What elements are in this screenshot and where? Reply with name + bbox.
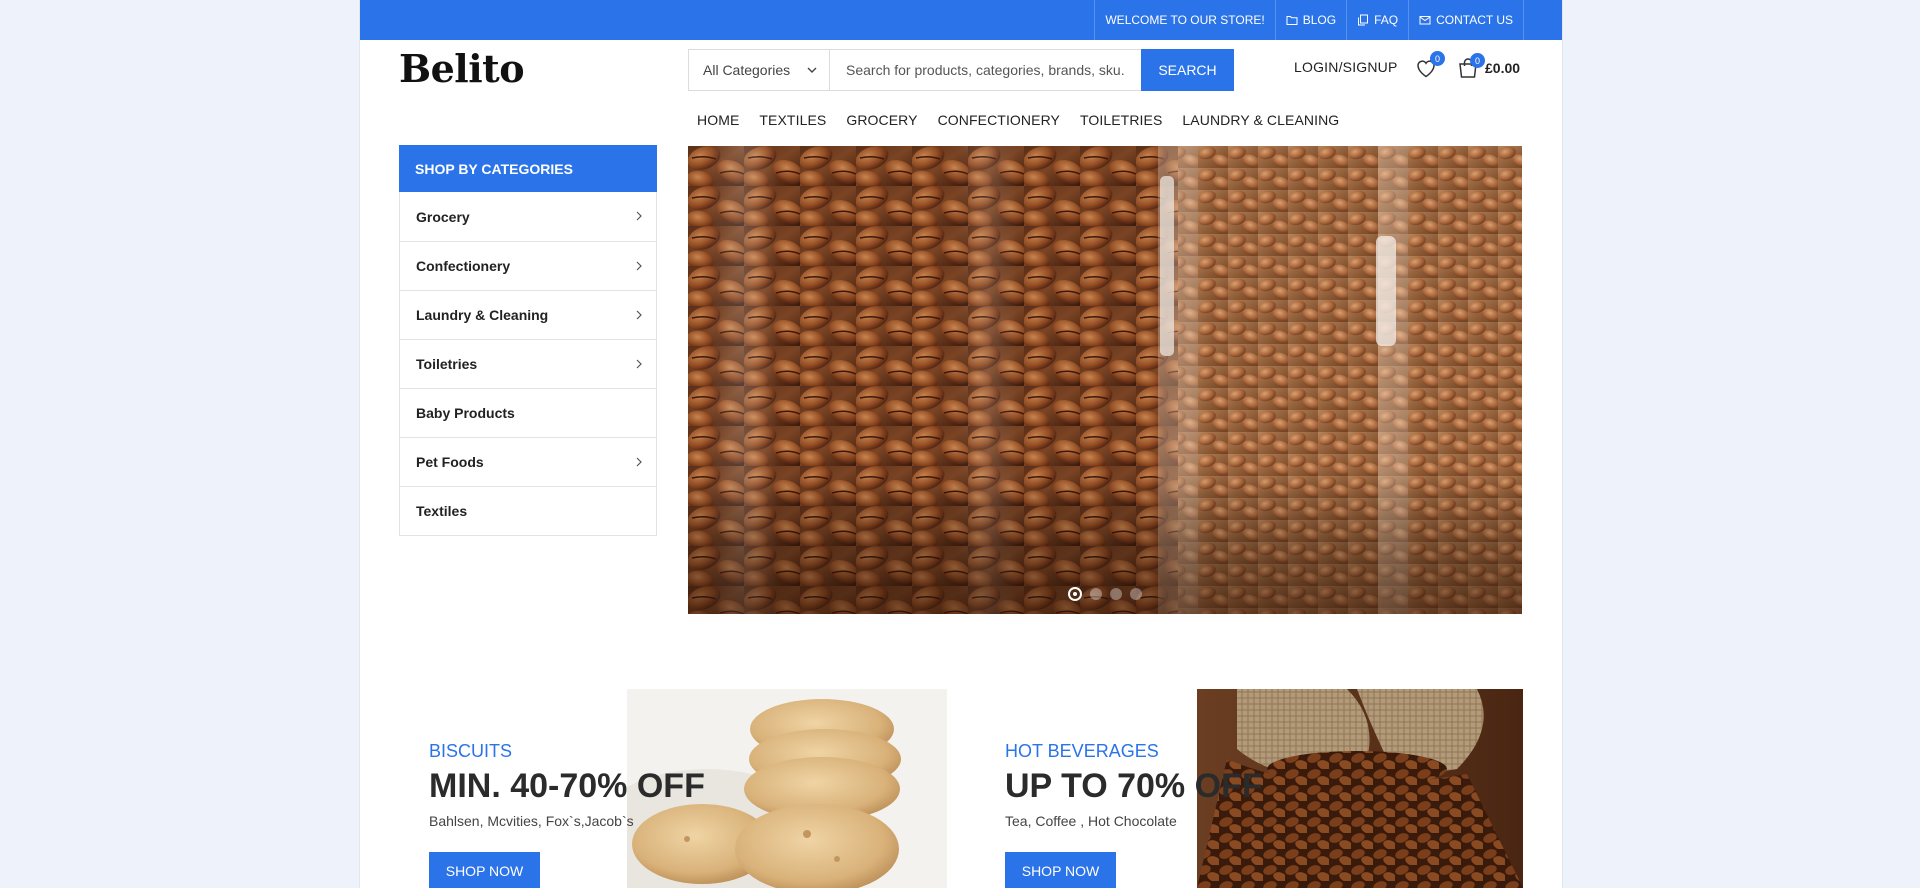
main-nav: HOME TEXTILES GROCERY CONFECTIONERY TOIL… — [697, 112, 1359, 128]
chevron-right-icon — [636, 359, 642, 369]
category-select[interactable]: All Categories — [689, 50, 830, 90]
coffee-beans-slide-image — [688, 146, 1522, 614]
welcome-label: WELCOME TO OUR STORE! — [1105, 13, 1265, 27]
wishlist-button[interactable]: 0 — [1414, 51, 1445, 80]
cart-count-badge: 0 — [1470, 53, 1485, 68]
category-label: Toiletries — [416, 356, 478, 372]
nav-item-textiles[interactable]: TEXTILES — [759, 112, 826, 128]
nav-item-home[interactable]: HOME — [697, 112, 739, 128]
promo-brands: Bahlsen, Mcvities, Fox`s,Jacob`s — [429, 813, 634, 829]
category-label: Grocery — [416, 208, 470, 225]
categories-menu: SHOP BY CATEGORIES Grocery Confectionery… — [399, 145, 657, 536]
category-item-pet-foods[interactable]: Pet Foods — [400, 437, 656, 486]
nav-item-grocery[interactable]: GROCERY — [846, 112, 917, 128]
chevron-right-icon — [636, 310, 642, 320]
search-input[interactable] — [830, 50, 1141, 90]
search-bar: All Categories SEARCH — [688, 49, 1234, 91]
slider-pagination — [1068, 587, 1150, 601]
categories-list: Grocery Confectionery Laundry & Cleaning… — [399, 192, 657, 536]
nav-item-laundry-cleaning[interactable]: LAUNDRY & CLEANING — [1182, 112, 1339, 128]
slider-dot-1[interactable] — [1068, 587, 1082, 601]
category-label: Confectionery — [416, 258, 511, 274]
wishlist-count-badge: 0 — [1430, 51, 1445, 66]
hero-slider[interactable] — [688, 146, 1522, 614]
nav-item-toiletries[interactable]: TOILETRIES — [1080, 112, 1162, 128]
faq-label: FAQ — [1374, 13, 1399, 27]
top-bar: WELCOME TO OUR STORE! BLOG FAQ CONTACT U… — [360, 0, 1562, 40]
category-item-laundry-cleaning[interactable]: Laundry & Cleaning — [400, 290, 656, 339]
faq-link[interactable]: FAQ — [1346, 0, 1408, 40]
chevron-right-icon — [636, 261, 642, 271]
search-button[interactable]: SEARCH — [1141, 49, 1234, 91]
category-item-grocery[interactable]: Grocery — [400, 192, 656, 241]
cart-button[interactable]: 0 — [1456, 53, 1485, 80]
chevron-right-icon — [636, 457, 642, 467]
promo-category: HOT BEVERAGES — [1005, 741, 1159, 761]
categories-title: SHOP BY CATEGORIES — [399, 145, 657, 192]
blog-link[interactable]: BLOG — [1274, 0, 1346, 40]
blog-label: BLOG — [1302, 13, 1337, 27]
slider-dot-2[interactable] — [1090, 588, 1102, 600]
promo-headline: UP TO 70% OFF — [1005, 767, 1263, 805]
category-select-value: All Categories — [703, 62, 791, 78]
login-signup-link[interactable]: LOGIN/SIGNUP — [1294, 59, 1398, 75]
cart-total[interactable]: £0.00 — [1485, 60, 1520, 76]
promo-banner-biscuits[interactable]: BISCUITS MIN. 40-70% OFF Bahlsen, Mcviti… — [399, 689, 959, 888]
top-bar-links: WELCOME TO OUR STORE! BLOG FAQ CONTACT U… — [1094, 0, 1524, 40]
slider-dot-3[interactable] — [1110, 588, 1122, 600]
category-label: Textiles — [416, 503, 468, 519]
folder-icon — [1286, 16, 1298, 25]
contact-label: CONTACT US — [1436, 13, 1513, 27]
promo-brands: Tea, Coffee , Hot Chocolate — [1005, 813, 1177, 829]
site-logo[interactable]: Belito — [399, 46, 525, 91]
category-item-confectionery[interactable]: Confectionery — [400, 241, 656, 290]
promo-banner-hot-beverages[interactable]: HOT BEVERAGES UP TO 70% OFF Tea, Coffee … — [975, 689, 1523, 888]
envelope-icon — [1419, 16, 1431, 25]
copy-icon — [1358, 14, 1369, 26]
category-item-toiletries[interactable]: Toiletries — [400, 339, 656, 388]
chevron-down-icon — [807, 67, 817, 73]
shop-now-button[interactable]: SHOP NOW — [429, 852, 540, 888]
nav-item-confectionery[interactable]: CONFECTIONERY — [938, 112, 1060, 128]
promo-headline: MIN. 40-70% OFF — [429, 767, 705, 805]
contact-link[interactable]: CONTACT US — [1408, 0, 1524, 40]
shop-now-button[interactable]: SHOP NOW — [1005, 852, 1116, 888]
category-item-textiles[interactable]: Textiles — [400, 486, 656, 535]
welcome-text: WELCOME TO OUR STORE! — [1094, 0, 1274, 40]
chevron-right-icon — [636, 211, 642, 221]
category-label: Pet Foods — [416, 454, 484, 470]
page-container: WELCOME TO OUR STORE! BLOG FAQ CONTACT U… — [359, 0, 1563, 888]
category-label: Laundry & Cleaning — [416, 307, 549, 323]
category-item-baby-products[interactable]: Baby Products — [400, 388, 656, 437]
category-label: Baby Products — [416, 405, 515, 421]
slider-dot-4[interactable] — [1130, 588, 1142, 600]
promo-category: BISCUITS — [429, 741, 513, 761]
